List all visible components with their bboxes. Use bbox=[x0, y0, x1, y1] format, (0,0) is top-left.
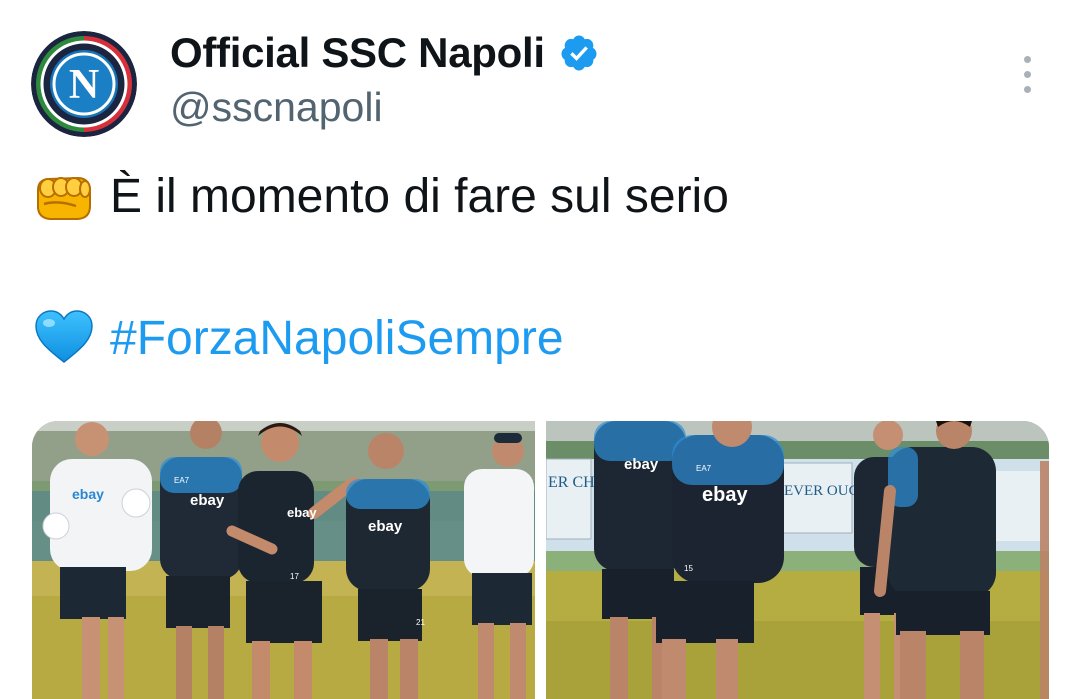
photo-sponsor-text: ebay bbox=[702, 484, 748, 506]
more-options-button[interactable] bbox=[1010, 52, 1044, 96]
author-handle[interactable]: @sscnapoli bbox=[170, 84, 383, 131]
tweet-photo-right[interactable]: ER CH EVER OUCH ebay ebay EA7 15 bbox=[546, 421, 1049, 699]
photo-sponsor-text: ebay bbox=[368, 518, 403, 535]
photo-banner-text: ER CH bbox=[548, 474, 595, 491]
photo-kit-text: EA7 bbox=[696, 464, 712, 473]
tweet-text: È il momento di fare sul serio bbox=[110, 169, 729, 223]
oncoming-fist-emoji-icon bbox=[37, 176, 91, 220]
hashtag-link[interactable]: #ForzaNapoliSempre bbox=[110, 311, 564, 366]
photo-number-text: 17 bbox=[290, 572, 299, 581]
blue-heart-emoji-icon bbox=[35, 310, 93, 363]
more-dot-icon bbox=[1023, 85, 1031, 93]
photo-sponsor-text: ebay bbox=[624, 456, 659, 473]
avatar-letter: N bbox=[69, 62, 99, 108]
photo-kit-text: EA7 bbox=[174, 476, 190, 485]
photo-sponsor-text: ebay bbox=[72, 486, 104, 502]
photo-number-text: 21 bbox=[416, 618, 425, 627]
tweet-photo-left[interactable]: ebay ebay EA7 ebay 17 ebay 21 bbox=[32, 421, 535, 699]
author-name-row: Official SSC Napoli bbox=[170, 28, 599, 78]
photo-number-text: 15 bbox=[684, 564, 693, 573]
tweet-hashtag-line: #ForzaNapoliSempre bbox=[34, 308, 564, 368]
ssc-napoli-crest-icon: N bbox=[31, 31, 137, 137]
photo-sponsor-text: ebay bbox=[287, 505, 317, 520]
more-dot-icon bbox=[1023, 55, 1031, 63]
verified-badge-icon[interactable] bbox=[559, 33, 599, 73]
tweet-text-line: È il momento di fare sul serio bbox=[34, 166, 729, 226]
avatar[interactable]: N bbox=[31, 31, 137, 137]
photo-sponsor-text: ebay bbox=[190, 492, 225, 509]
display-name[interactable]: Official SSC Napoli bbox=[170, 29, 545, 77]
more-dot-icon bbox=[1023, 70, 1031, 78]
training-photo-right: ER CH EVER OUCH ebay ebay EA7 15 bbox=[546, 421, 1049, 699]
training-photo-left: ebay ebay EA7 ebay 17 ebay 21 bbox=[32, 421, 535, 699]
